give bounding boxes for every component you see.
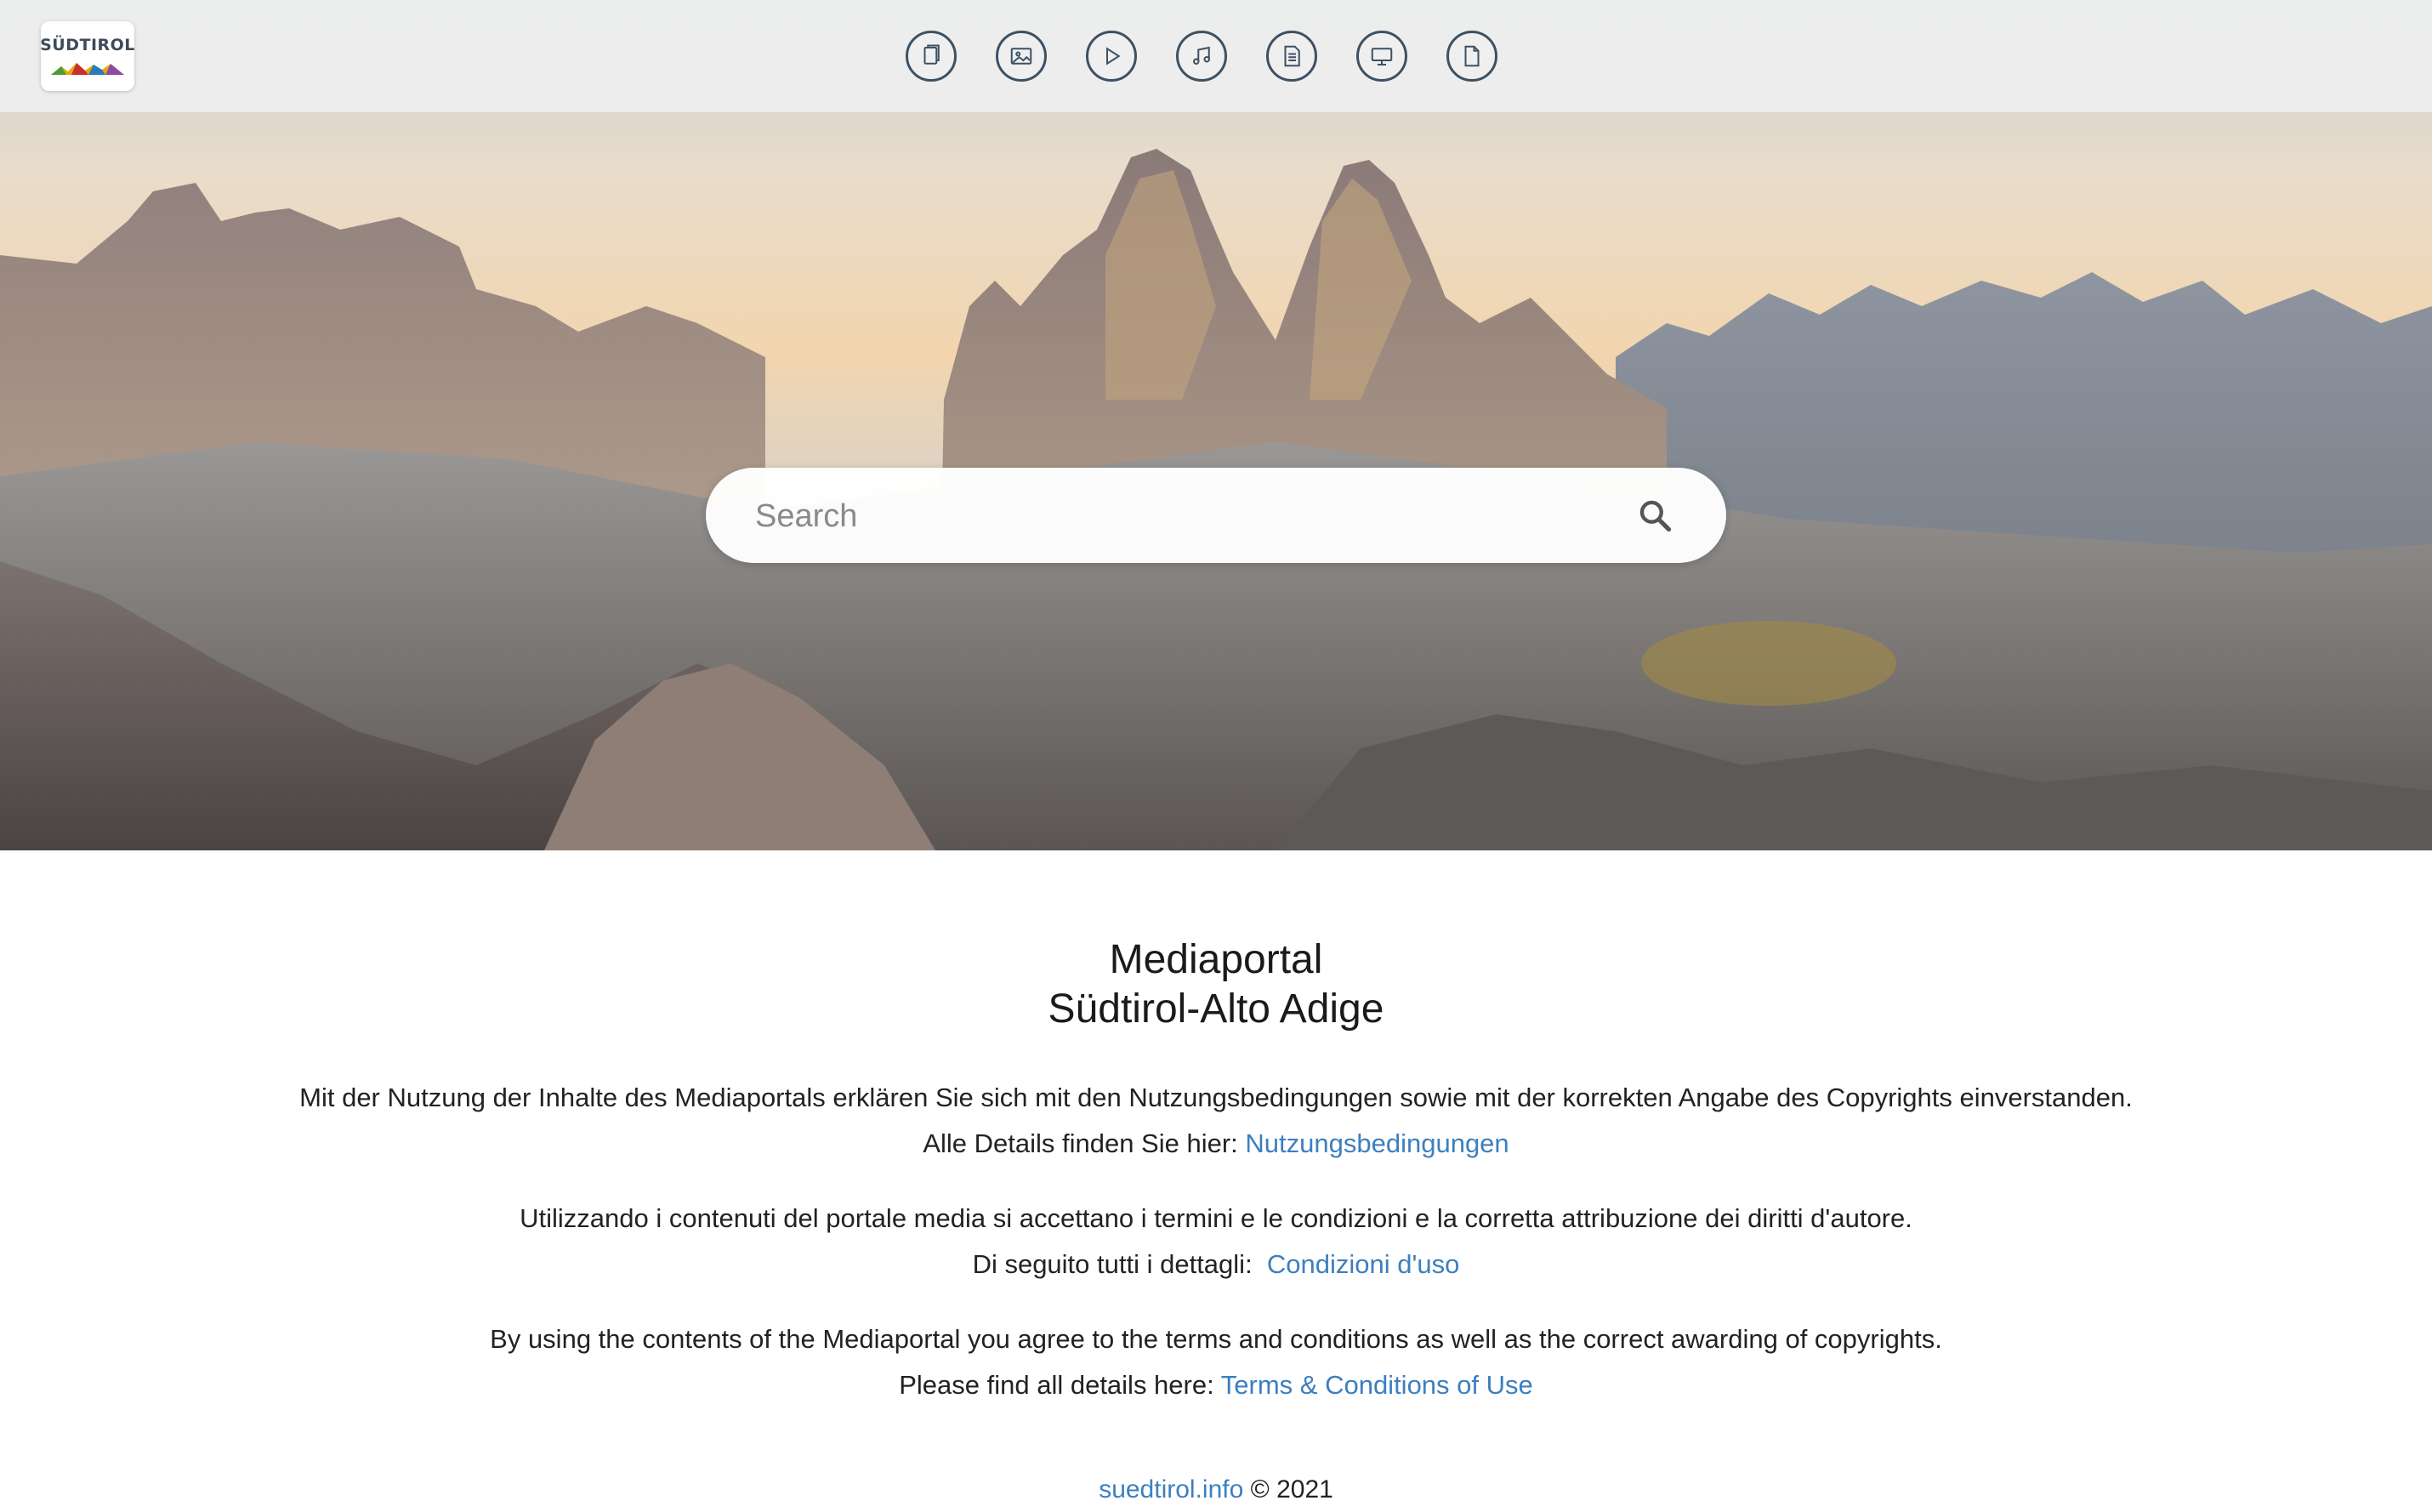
suedtirol-logo[interactable]: SÜDTIROL [40, 21, 135, 91]
hero-banner: SÜDTIROL [0, 0, 2432, 850]
file-icon[interactable] [1446, 31, 1497, 82]
documents-icon[interactable] [906, 31, 957, 82]
terms-details-prefix-it: Di seguito tutti i dettagli: [972, 1249, 1267, 1279]
terms-link-en[interactable]: Terms & Conditions of Use [1221, 1370, 1533, 1400]
terms-link-it[interactable]: Condizioni d'uso [1267, 1249, 1460, 1279]
search-input[interactable] [753, 492, 1607, 541]
page: SÜDTIROL Search Mediaportal Südtirol-Alt… [0, 0, 2432, 1512]
search-button[interactable] [1631, 492, 1679, 539]
terms-details-en: Please find all details here: Terms & Co… [0, 1362, 2432, 1408]
top-navigation-bar: SÜDTIROL [0, 0, 2432, 112]
footer-copyright: © 2021 [1243, 1475, 1333, 1503]
page-title-line2: Südtirol-Alto Adige [1048, 986, 1384, 1032]
page-title: Mediaportal Südtirol-Alto Adige [0, 935, 2432, 1034]
logo-mountain-icon [51, 63, 124, 75]
terms-notice-de: Mit der Nutzung der Inhalte des Mediapor… [0, 1075, 2432, 1167]
terms-details-prefix-en: Please find all details here: [899, 1370, 1221, 1400]
image-icon[interactable] [996, 31, 1047, 82]
search-icon [1639, 500, 1672, 532]
footer-site-link[interactable]: suedtirol.info [1099, 1475, 1243, 1503]
page-title-line1: Mediaportal [1109, 937, 1323, 982]
terms-details-de: Alle Details finden Sie hier: Nutzungsbe… [0, 1121, 2432, 1167]
search-bar [706, 468, 1726, 563]
mountain-landscape-image [0, 0, 2432, 850]
terms-text-de: Mit der Nutzung der Inhalte des Mediapor… [299, 1083, 2133, 1112]
terms-text-en: By using the contents of the Mediaportal… [490, 1324, 1942, 1354]
terms-link-de[interactable]: Nutzungsbedingungen [1245, 1128, 1509, 1158]
footer: suedtirol.info © 2021 [0, 1469, 2432, 1510]
video-icon[interactable] [1086, 31, 1137, 82]
terms-details-prefix-de: Alle Details finden Sie hier: [923, 1128, 1246, 1158]
audio-icon[interactable] [1176, 31, 1227, 82]
terms-details-it: Di seguito tutti i dettagli: Condizioni … [0, 1242, 2432, 1287]
terms-notice-en: By using the contents of the Mediaportal… [0, 1316, 2432, 1408]
terms-notice-it: Utilizzando i contenuti del portale medi… [0, 1196, 2432, 1287]
presentation-icon[interactable] [1356, 31, 1407, 82]
media-type-nav [906, 31, 1497, 82]
terms-text-it: Utilizzando i contenuti del portale medi… [520, 1203, 1912, 1233]
logo-text: SÜDTIROL [40, 36, 135, 54]
text-document-icon[interactable] [1266, 31, 1317, 82]
